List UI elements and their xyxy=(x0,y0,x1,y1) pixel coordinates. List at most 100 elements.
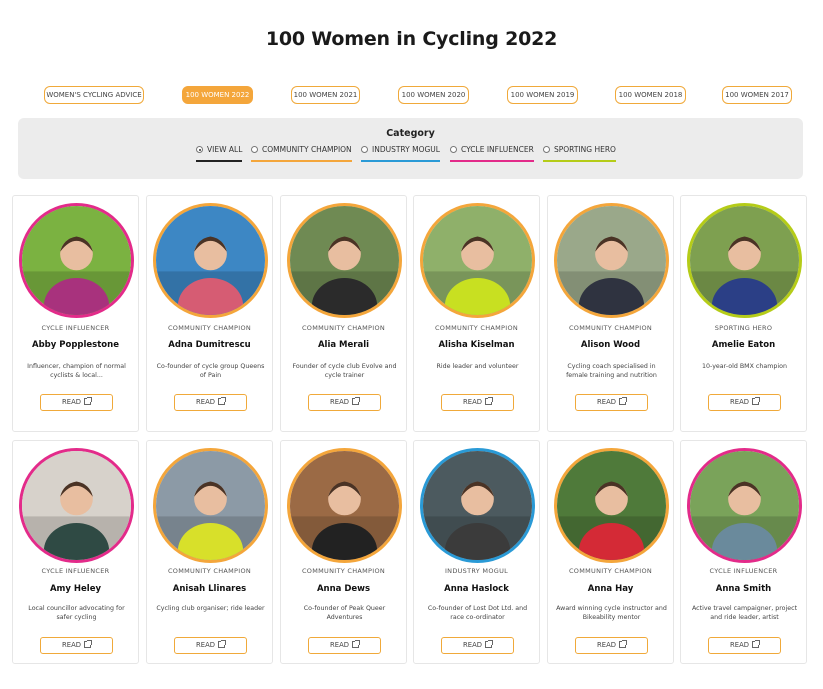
tab-100-women-2017[interactable]: 100 WOMEN 2017 xyxy=(722,86,792,104)
person-card[interactable]: CYCLE INFLUENCER Amy Heley Local councillo… xyxy=(12,440,139,664)
person-photo[interactable] xyxy=(554,203,669,318)
person-name[interactable]: Alisha Kiselman xyxy=(414,340,539,350)
person-description: Co-founder of Peak Queer Adventures xyxy=(303,605,386,621)
person-card[interactable]: CYCLE INFLUENCER Anna Smith Active travel … xyxy=(680,440,807,664)
person-photo[interactable] xyxy=(554,448,669,563)
read-button[interactable]: READ xyxy=(308,394,381,411)
person-card[interactable]: INDUSTRY MOGUL Anna Haslock Co-founder of … xyxy=(413,440,540,664)
filter-view-all[interactable]: VIEW ALL xyxy=(196,145,243,162)
person-photo[interactable] xyxy=(687,448,802,563)
read-button[interactable]: READ xyxy=(441,394,514,411)
person-card[interactable]: COMMUNITY CHAMPION Adna Dumitrescu Co-foun… xyxy=(146,195,273,432)
read-button[interactable]: READ xyxy=(441,637,514,654)
external-link-icon xyxy=(217,397,226,405)
portrait-image xyxy=(557,451,666,560)
read-button[interactable]: READ xyxy=(708,394,781,411)
tab-100-women-2022[interactable]: 100 WOMEN 2022 xyxy=(182,86,253,104)
filter-industry-mogul[interactable]: INDUSTRY MOGUL xyxy=(361,145,440,162)
read-label: READ xyxy=(330,641,349,649)
filter-sporting-hero[interactable]: SPORTING HERO xyxy=(543,145,616,162)
category-label: COMMUNITY CHAMPION xyxy=(434,324,519,332)
person-name[interactable]: Anna Smith xyxy=(681,584,806,594)
read-button[interactable]: READ xyxy=(708,637,781,654)
person-name[interactable]: Amelie Eaton xyxy=(681,340,806,350)
portrait-image xyxy=(423,206,532,315)
person-name[interactable]: Alison Wood xyxy=(548,340,673,350)
external-link-icon xyxy=(751,397,760,405)
read-label: READ xyxy=(463,398,482,406)
tab-100-women-2019[interactable]: 100 WOMEN 2019 xyxy=(507,86,578,104)
read-button[interactable]: READ xyxy=(308,637,381,654)
read-button[interactable]: READ xyxy=(174,394,247,411)
person-card[interactable]: COMMUNITY CHAMPION Alia Merali Founder of … xyxy=(280,195,407,432)
category-label: COMMUNITY CHAMPION xyxy=(167,324,252,332)
person-card[interactable]: COMMUNITY CHAMPION Anna Dews Co-founder of… xyxy=(280,440,407,664)
category-label: COMMUNITY CHAMPION xyxy=(301,567,386,575)
category-label: COMMUNITY CHAMPION xyxy=(301,324,386,332)
person-card[interactable]: COMMUNITY CHAMPION Alisha Kiselman Ride le… xyxy=(413,195,540,432)
person-card[interactable]: COMMUNITY CHAMPION Anna Hay Award winning … xyxy=(547,440,674,664)
read-label: READ xyxy=(730,641,749,649)
person-photo[interactable] xyxy=(19,448,134,563)
person-name[interactable]: Alia Merali xyxy=(281,340,406,350)
person-name[interactable]: Anna Hay xyxy=(548,584,673,594)
tab-womens-cycling-advice[interactable]: WOMEN'S CYCLING ADVICE xyxy=(44,86,144,104)
read-button[interactable]: READ xyxy=(575,394,648,411)
person-description: 10-year-old BMX champion xyxy=(702,363,787,370)
tab-100-women-2020[interactable]: 100 WOMEN 2020 xyxy=(398,86,469,104)
external-link-icon xyxy=(351,640,360,648)
person-photo[interactable] xyxy=(153,203,268,318)
person-name[interactable]: Amy Heley xyxy=(13,584,138,594)
person-photo[interactable] xyxy=(420,203,535,318)
external-link-icon xyxy=(751,640,760,648)
person-card[interactable]: SPORTING HERO Amelie Eaton 10-year-old BMX… xyxy=(680,195,807,432)
person-name[interactable]: Anisah Llinares xyxy=(147,584,272,594)
read-button[interactable]: READ xyxy=(174,637,247,654)
person-photo[interactable] xyxy=(420,448,535,563)
category-label: COMMUNITY CHAMPION xyxy=(568,567,653,575)
read-label: READ xyxy=(597,641,616,649)
portrait-image xyxy=(22,206,131,315)
category-label: COMMUNITY CHAMPION xyxy=(568,324,653,332)
person-card[interactable]: CYCLE INFLUENCER Abby Popplestone Influenc… xyxy=(12,195,139,432)
person-description: Co-founder of cycle group Queens of Pain xyxy=(156,363,265,379)
person-description: Active travel campaigner, project and ri… xyxy=(691,605,798,621)
radio-icon xyxy=(543,146,550,153)
person-card[interactable]: COMMUNITY CHAMPION Anisah Llinares Cycling… xyxy=(146,440,273,664)
category-heading: Category xyxy=(386,128,435,139)
portrait-image xyxy=(156,206,265,315)
person-description: Award winning cycle instructor and Bikea… xyxy=(556,605,667,621)
person-photo[interactable] xyxy=(687,203,802,318)
person-photo[interactable] xyxy=(153,448,268,563)
filter-cycle-influencer[interactable]: CYCLE INFLUENCER xyxy=(450,145,534,162)
external-link-icon xyxy=(484,397,493,405)
filter-underline xyxy=(251,160,352,162)
tab-100-women-2018[interactable]: 100 WOMEN 2018 xyxy=(615,86,686,104)
filter-underline xyxy=(196,160,243,162)
person-photo[interactable] xyxy=(19,203,134,318)
person-description: Founder of cycle club Evolve and cycle t… xyxy=(292,363,397,379)
filter-community-champion[interactable]: COMMUNITY CHAMPION xyxy=(251,145,352,162)
category-label: CYCLE INFLUENCER xyxy=(709,567,778,575)
person-name[interactable]: Abby Popplestone xyxy=(13,340,138,350)
external-link-icon xyxy=(83,640,92,648)
radio-selected-icon xyxy=(196,146,203,153)
portrait-image xyxy=(557,206,666,315)
read-button[interactable]: READ xyxy=(40,394,113,411)
external-link-icon xyxy=(83,397,92,405)
person-name[interactable]: Anna Haslock xyxy=(414,584,539,594)
person-photo[interactable] xyxy=(287,203,402,318)
category-label: COMMUNITY CHAMPION xyxy=(167,567,252,575)
read-label: READ xyxy=(330,398,349,406)
person-name[interactable]: Anna Dews xyxy=(281,584,406,594)
person-photo[interactable] xyxy=(287,448,402,563)
filter-underline xyxy=(450,160,534,162)
read-button[interactable]: READ xyxy=(575,637,648,654)
person-name[interactable]: Adna Dumitrescu xyxy=(147,340,272,350)
external-link-icon xyxy=(217,640,226,648)
portrait-image xyxy=(423,451,532,560)
tab-100-women-2021[interactable]: 100 WOMEN 2021 xyxy=(291,86,360,104)
read-button[interactable]: READ xyxy=(40,637,113,654)
person-card[interactable]: COMMUNITY CHAMPION Alison Wood Cycling coa… xyxy=(547,195,674,432)
category-label: CYCLE INFLUENCER xyxy=(41,567,110,575)
